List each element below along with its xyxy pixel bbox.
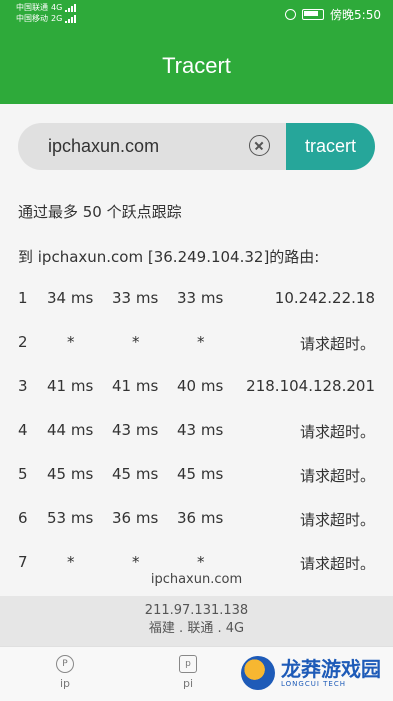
hop-time-1: 53 ms — [47, 509, 94, 527]
alarm-icon — [285, 9, 297, 20]
route-line: 到 ipchaxun.com [36.249.104.32]的路由: — [18, 248, 320, 266]
nav-item-label: pi — [182, 677, 194, 690]
hop-time-1: 34 ms — [47, 289, 94, 307]
clear-icon[interactable] — [249, 135, 270, 156]
hop-time-1: * — [67, 333, 75, 351]
hop-time-3: * — [197, 553, 205, 570]
hop-address: 请求超时。 — [299, 423, 375, 441]
status-right: 傍晚5:50 — [285, 6, 381, 23]
hop-time-2: 43 ms — [112, 421, 159, 439]
hop-time-1: 44 ms — [47, 421, 94, 439]
network-info-bar: 211.97.131.138 福建 . 联通 . 4G — [0, 596, 393, 646]
carrier-2: 中国移动 — [16, 14, 48, 23]
nav-item-label: ip — [59, 677, 71, 690]
hop-address: 请求超时。 — [299, 511, 375, 529]
hop-row: 3 41 ms 41 ms 40 ms 218.104.128.201 — [0, 368, 393, 404]
watermark-logo-icon — [241, 656, 275, 690]
hop-time-2: 36 ms — [112, 509, 159, 527]
nav-item-ping[interactable]: p pi — [168, 655, 208, 690]
hop-time-2: 41 ms — [112, 377, 159, 395]
ip-icon: P — [56, 655, 74, 673]
hop-time-1: 45 ms — [47, 465, 94, 483]
search-bar: ipchaxun.com tracert — [18, 123, 375, 170]
public-ip: 211.97.131.138 — [144, 603, 249, 618]
network-location: 福建 . 联通 . 4G — [148, 621, 245, 636]
hop-time-2: 33 ms — [112, 289, 159, 307]
hop-address: 请求超时。 — [299, 555, 375, 570]
hop-number: 3 — [18, 377, 28, 395]
hop-row: 1 34 ms 33 ms 33 ms 10.242.22.18 — [0, 280, 393, 316]
network-type-2: 2G — [51, 14, 63, 23]
hop-time-3: 36 ms — [177, 509, 224, 527]
network-type-1: 4G — [51, 3, 63, 12]
hop-time-2: 45 ms — [112, 465, 159, 483]
hop-number: 1 — [18, 289, 28, 307]
signal-icon — [65, 3, 77, 12]
signal-icon — [65, 14, 77, 23]
hop-time-3: 45 ms — [177, 465, 224, 483]
carrier-info: 中国联通 4G 中国移动 2G — [16, 2, 77, 24]
hop-row: 5 45 ms 45 ms 45 ms 请求超时。 — [0, 456, 393, 492]
hop-address: 218.104.128.201 — [246, 377, 375, 395]
carrier-1: 中国联通 — [16, 3, 48, 12]
hop-number: 6 — [18, 509, 28, 527]
watermark-subtext: LONGCUI TECH — [281, 680, 346, 688]
hop-row: 6 53 ms 36 ms 36 ms 请求超时。 — [0, 500, 393, 536]
hop-address: 请求超时。 — [299, 335, 375, 353]
host-input-value: ipchaxun.com — [48, 136, 160, 156]
hop-row: 2 * * * 请求超时。 — [0, 324, 393, 360]
result-header: 通过最多 50 个跃点跟踪 — [18, 203, 182, 221]
watermark-text: 龙莽游戏园 — [281, 657, 381, 681]
hop-row: 4 44 ms 43 ms 43 ms 请求超时。 — [0, 412, 393, 448]
hop-time-1: * — [67, 553, 75, 570]
footer-domain: ipchaxun.com — [150, 572, 243, 587]
watermark: 龙莽游戏园 LONGCUI TECH — [241, 656, 381, 690]
hop-number: 2 — [18, 333, 28, 351]
hop-number: 4 — [18, 421, 28, 439]
clock: 傍晚5:50 — [330, 8, 381, 22]
hop-row: 7 * * * 请求超时。 — [0, 544, 393, 570]
hop-time-2: * — [132, 553, 140, 570]
battery-icon — [302, 9, 325, 20]
hop-time-2: * — [132, 333, 140, 351]
hop-list: 1 34 ms 33 ms 33 ms 10.242.22.18 2 * * *… — [0, 280, 393, 570]
host-input[interactable]: ipchaxun.com — [18, 123, 286, 170]
hop-number: 5 — [18, 465, 28, 483]
hop-address: 10.242.22.18 — [274, 289, 375, 307]
hop-time-3: 40 ms — [177, 377, 224, 395]
hop-time-3: 33 ms — [177, 289, 224, 307]
hop-address: 请求超时。 — [299, 467, 375, 485]
hop-time-3: 43 ms — [177, 421, 224, 439]
hop-time-1: 41 ms — [47, 377, 94, 395]
app-bar: Tracert — [0, 28, 393, 104]
hop-number: 7 — [18, 553, 28, 570]
tracert-button[interactable]: tracert — [286, 123, 375, 170]
page-title: Tracert — [162, 53, 231, 78]
nav-item-ip[interactable]: P ip — [45, 655, 85, 690]
hop-time-3: * — [197, 333, 205, 351]
ping-icon: p — [179, 655, 197, 673]
status-bar: 中国联通 4G 中国移动 2G 傍晚5:50 — [0, 0, 393, 28]
